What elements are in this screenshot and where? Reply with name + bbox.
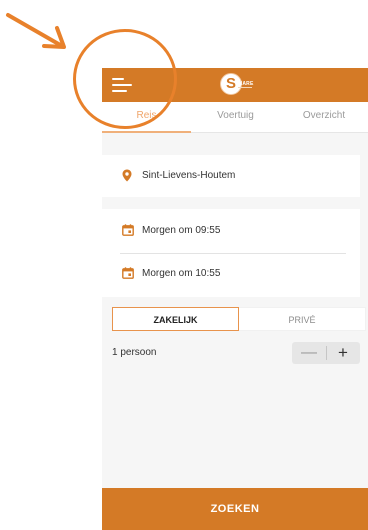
calendar-icon xyxy=(122,224,134,236)
tab-bar: Reis Voertuig Overzicht xyxy=(102,102,368,133)
end-time-field[interactable]: Morgen om 10:55 xyxy=(102,256,360,292)
tab-overzicht[interactable]: Overzicht xyxy=(280,102,368,132)
end-time-value: Morgen om 10:55 xyxy=(142,268,221,279)
search-button[interactable]: ZOEKEN xyxy=(102,488,368,530)
start-time-field[interactable]: Morgen om 09:55 xyxy=(102,213,360,249)
tab-reis[interactable]: Reis xyxy=(102,102,191,132)
segment-zakelijk[interactable]: ZAKELIJK xyxy=(112,307,239,331)
location-value: Sint-Lievens-Houtem xyxy=(142,170,236,181)
passenger-count: 1 persoon xyxy=(112,347,157,358)
tab-voertuig[interactable]: Voertuig xyxy=(191,102,280,132)
passenger-stepper: — + xyxy=(292,342,360,364)
datetime-card: Morgen om 09:55 Morgen om 10:55 xyxy=(102,209,360,297)
location-field[interactable]: Sint-Lievens-Houtem xyxy=(102,158,360,194)
calendar-icon xyxy=(122,267,134,279)
segment-prive[interactable]: PRIVÉ xyxy=(239,307,366,331)
annotation-arrow-icon xyxy=(6,13,66,49)
location-card: Sint-Lievens-Houtem xyxy=(102,155,360,197)
start-time-value: Morgen om 09:55 xyxy=(142,225,221,236)
menu-icon[interactable] xyxy=(112,74,134,96)
divider xyxy=(120,253,346,254)
app-screen: S SHARE Reis Voertuig Overzicht Sint-Lie… xyxy=(102,68,368,530)
increment-button[interactable]: + xyxy=(326,342,360,364)
active-tab-indicator xyxy=(102,131,191,133)
top-bar: S SHARE xyxy=(102,68,368,102)
app-logo: S SHARE xyxy=(220,73,254,97)
decrement-button[interactable]: — xyxy=(292,342,326,364)
location-pin-icon xyxy=(122,169,132,182)
